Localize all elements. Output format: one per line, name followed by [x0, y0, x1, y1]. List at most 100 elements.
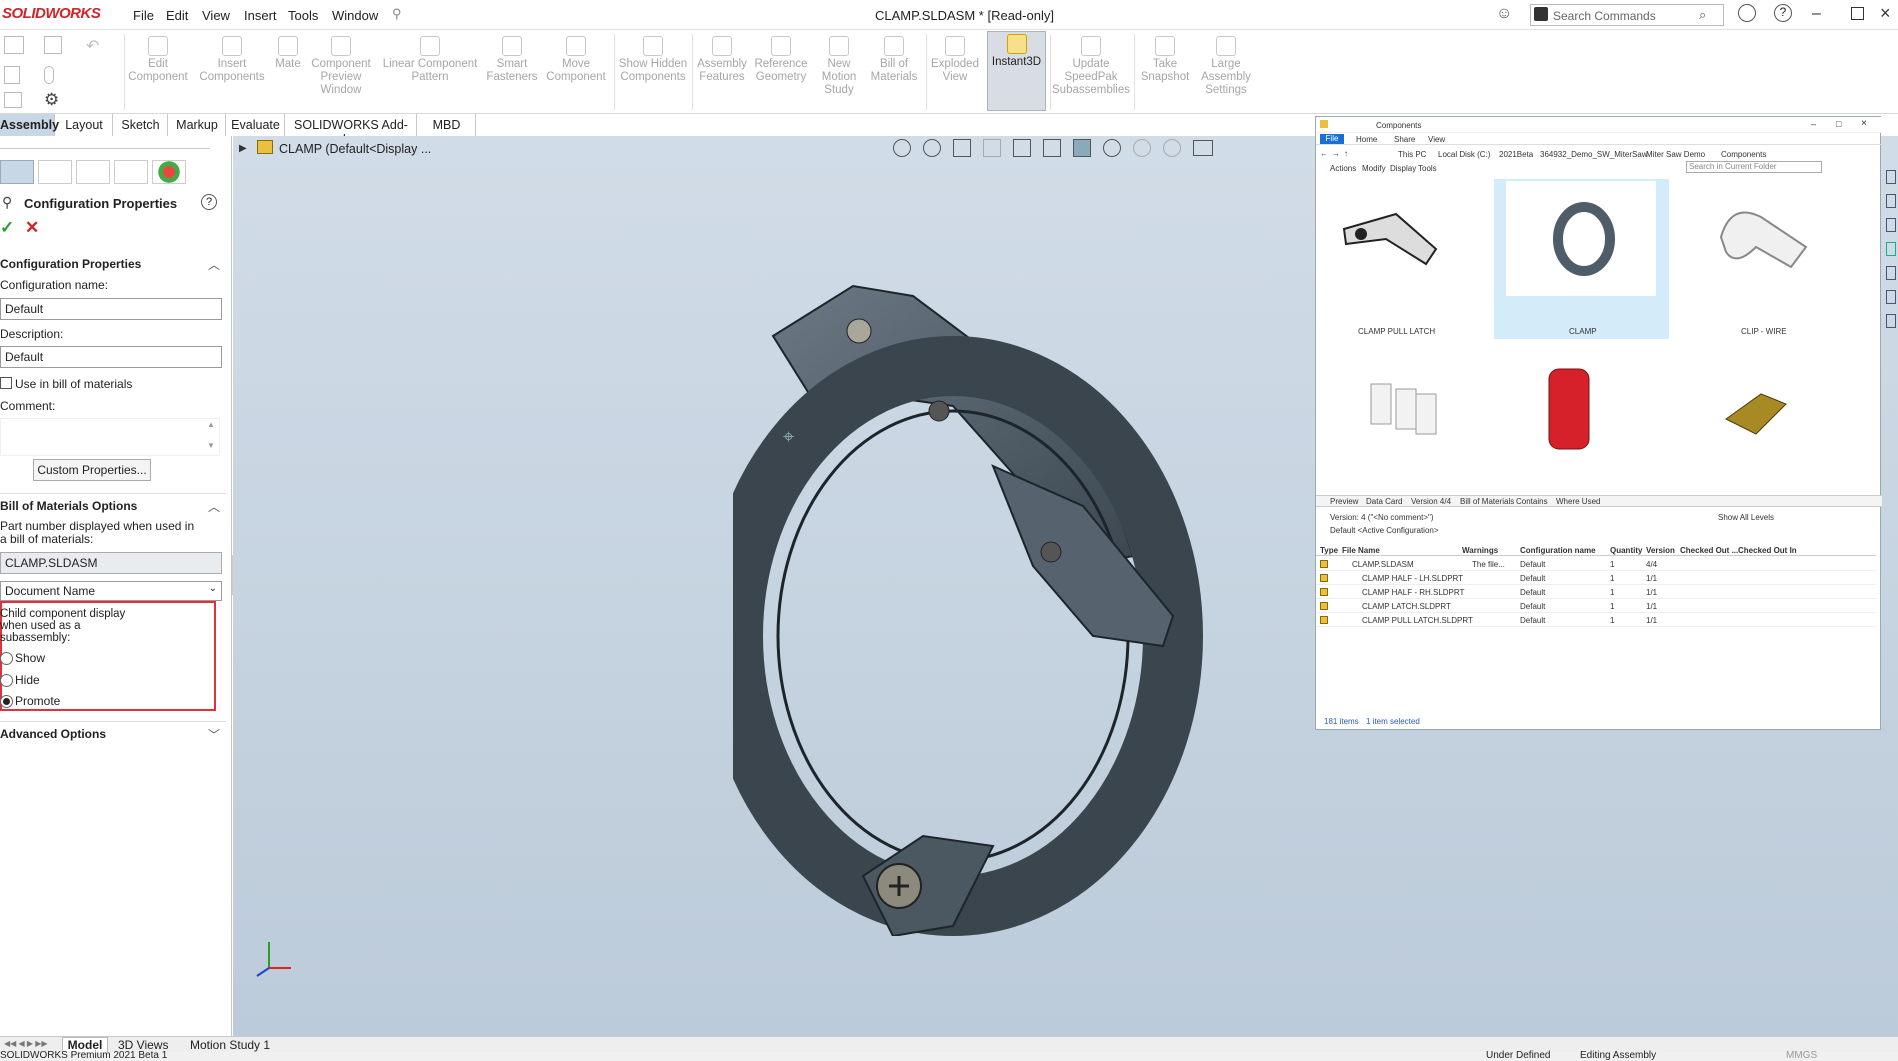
tab-layout[interactable]: Layout — [56, 114, 113, 136]
pane-tab-preview[interactable]: Preview — [1330, 497, 1358, 506]
ok-check-icon[interactable]: ✓ — [0, 218, 14, 238]
close-icon[interactable]: × — [1861, 118, 1867, 129]
status-units[interactable]: MMGS — [1786, 1050, 1817, 1061]
new-doc-icon[interactable] — [4, 66, 20, 84]
path-this-pc[interactable]: This PC — [1398, 150, 1426, 159]
section-config-properties[interactable]: Configuration Properties — [0, 257, 141, 271]
update-speedpak-button[interactable]: Update SpeedPak Subassemblies — [1052, 34, 1130, 97]
configuration-manager-icon[interactable] — [76, 160, 110, 184]
menu-window[interactable]: Window — [332, 8, 378, 23]
new-motion-study-button[interactable]: New Motion Study — [814, 34, 864, 97]
dimxpert-icon[interactable] — [114, 160, 148, 184]
task-pane-view-palette-icon[interactable] — [1886, 266, 1896, 280]
show-radio[interactable] — [0, 652, 13, 665]
minimize-icon[interactable]: – — [1812, 5, 1821, 23]
explorer-window[interactable]: Components – □ × File Home Share View ← … — [1315, 116, 1882, 730]
expand-arrow-icon[interactable]: ▶ — [239, 143, 247, 154]
clamp-model[interactable] — [733, 236, 1333, 936]
config-select[interactable]: Default <Active Configuration> — [1330, 526, 1439, 535]
view-settings-icon[interactable] — [1193, 140, 1213, 156]
comment-field[interactable] — [0, 418, 220, 456]
col-version[interactable]: Version — [1646, 546, 1675, 555]
pane-tab-data-card[interactable]: Data Card — [1366, 497, 1402, 506]
toolbar-display[interactable]: Display — [1390, 164, 1416, 173]
tab-motion-study[interactable]: Motion Study 1 — [190, 1038, 270, 1052]
undo-icon[interactable]: ↶ — [86, 36, 99, 56]
toolbar-modify[interactable]: Modify — [1362, 164, 1386, 173]
tab-markup[interactable]: Markup — [169, 114, 226, 136]
smart-fasteners-button[interactable]: Smart Fasteners — [484, 34, 540, 84]
tab-evaluate[interactable]: Evaluate — [227, 114, 285, 136]
tab-addins[interactable]: SOLIDWORKS Add-Ins — [286, 114, 417, 146]
help-icon[interactable]: ? — [201, 194, 217, 210]
part-number-source-select[interactable]: Document Name ⌄ — [0, 581, 222, 601]
show-levels-select[interactable]: Show All Levels — [1718, 513, 1774, 522]
chevron-up-icon[interactable]: ︿ — [208, 498, 222, 514]
ribbon-file[interactable]: File — [1320, 134, 1344, 144]
col-type[interactable]: Type — [1320, 546, 1338, 555]
smiley-icon[interactable]: ☺ — [1496, 5, 1512, 23]
cancel-x-icon[interactable]: ✕ — [25, 218, 39, 238]
path-miter-saw-demo[interactable]: Miter Saw Demo — [1646, 150, 1705, 159]
address-bar[interactable]: ← → ↑ This PC Local Disk (C:) 2021Beta 3… — [1316, 147, 1882, 161]
section-bom-options[interactable]: Bill of Materials Options — [0, 499, 137, 513]
hide-show-icon[interactable] — [1103, 139, 1121, 157]
ribbon-share[interactable]: Share — [1394, 135, 1415, 144]
section-advanced-options[interactable]: Advanced Options — [0, 727, 106, 741]
table-row[interactable]: CLAMP HALF - LH.SLDPRT Default 1 1/1 — [1316, 571, 1876, 585]
ribbon-view[interactable]: View — [1428, 135, 1445, 144]
pane-tab-bom[interactable]: Bill of Materials — [1460, 497, 1514, 506]
take-snapshot-button[interactable]: Take Snapshot — [1136, 34, 1194, 84]
thumb-clamp-pull-latch[interactable] — [1336, 199, 1441, 279]
menu-file[interactable]: File — [133, 8, 154, 23]
pane-tab-contains[interactable]: Contains — [1516, 497, 1548, 506]
promote-radio[interactable] — [0, 695, 13, 708]
options-gear-icon[interactable]: ⚙ — [44, 90, 59, 110]
task-pane-pdm-icon[interactable] — [1886, 242, 1896, 256]
edit-appearance-icon[interactable] — [1133, 139, 1151, 157]
table-row[interactable]: CLAMP LATCH.SLDPRT Default 1 1/1 — [1316, 599, 1876, 613]
reference-geometry-button[interactable]: Reference Geometry — [752, 34, 810, 84]
save-icon[interactable] — [44, 36, 62, 54]
back-icon[interactable]: ← — [1320, 149, 1328, 158]
path-2021beta[interactable]: 2021Beta — [1499, 150, 1533, 159]
scroll-down-icon[interactable]: ▼ — [207, 441, 215, 450]
toolbar-tools[interactable]: Tools — [1418, 164, 1437, 173]
edit-component-button[interactable]: Edit Component — [126, 34, 190, 84]
forward-icon[interactable]: → — [1332, 149, 1340, 158]
open-icon[interactable] — [4, 92, 22, 108]
maximize-icon[interactable]: □ — [1836, 119, 1841, 129]
previous-view-icon[interactable] — [953, 139, 971, 157]
menu-edit[interactable]: Edit — [166, 8, 188, 23]
minimize-icon[interactable]: – — [1811, 119, 1816, 129]
thumb-pins[interactable] — [1356, 364, 1446, 454]
search-icon[interactable]: ⌕ — [1699, 7, 1706, 23]
col-file-name[interactable]: File Name — [1342, 546, 1380, 555]
mate-button[interactable]: Mate — [272, 34, 304, 71]
pin-icon[interactable]: ⚲ — [392, 6, 402, 22]
apply-scene-icon[interactable] — [1163, 139, 1181, 157]
version-select[interactable]: Version: 4 ("<No comment>") — [1330, 513, 1434, 522]
pane-tab-version[interactable]: Version 4/4 — [1411, 497, 1451, 506]
task-pane-library-icon[interactable] — [1886, 194, 1896, 208]
col-config[interactable]: Configuration name — [1520, 546, 1596, 555]
maximize-icon[interactable] — [1851, 7, 1864, 20]
component-preview-window-button[interactable]: Component Preview Window — [306, 34, 376, 97]
solidworks-logo[interactable]: SOLIDWORKS — [2, 5, 101, 22]
exploded-view-button[interactable]: Exploded View — [928, 34, 982, 84]
menu-tools[interactable]: Tools — [288, 8, 318, 23]
tab-mbd[interactable]: MBD — [418, 114, 476, 136]
toolbar-actions[interactable]: Actions — [1330, 164, 1356, 173]
display-style-icon[interactable] — [1073, 139, 1091, 157]
ribbon-home[interactable]: Home — [1356, 135, 1377, 144]
property-manager-icon[interactable] — [38, 160, 72, 184]
chevron-up-icon[interactable]: ︿ — [208, 256, 222, 272]
task-pane-resources-icon[interactable] — [1886, 170, 1896, 184]
config-name-field[interactable]: Default — [0, 298, 222, 320]
help-icon[interactable]: ? — [1774, 4, 1792, 22]
col-checked-out-in[interactable]: Checked Out In — [1738, 546, 1797, 555]
home-icon[interactable] — [4, 36, 24, 54]
path-demo[interactable]: 364932_Demo_SW_MiterSaw — [1540, 150, 1648, 159]
zoom-area-icon[interactable] — [923, 139, 941, 157]
appearance-icon[interactable] — [152, 160, 186, 184]
